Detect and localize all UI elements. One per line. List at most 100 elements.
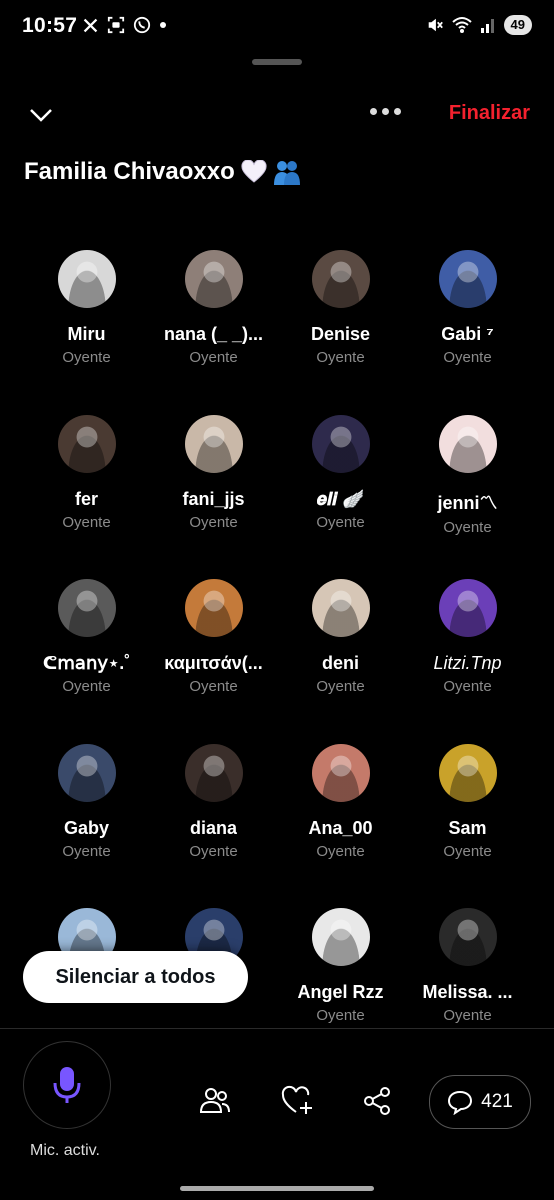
participant-role: Oyente [443,1007,492,1024]
participant-item[interactable]: Miru Oyente [23,250,150,415]
participant-name: Melissa. ... [422,982,513,1002]
avatar [57,743,116,802]
participant-role: Oyente [62,678,111,695]
participant-item[interactable]: καμιτσάν(... Oyente [150,579,277,744]
participant-item[interactable]: Melissa. ... Oyente [404,908,531,1073]
participant-item[interactable]: nana (_ _)... Oyente [150,250,277,415]
end-space-button[interactable]: Finalizar [449,102,530,125]
participant-name: fani_jjs [182,488,245,509]
participant-name: καμιτσάν(... [164,653,263,673]
space-title-text: Familia Chivaoxxo [24,158,235,185]
participant-role: Oyente [443,842,492,860]
divider [0,1028,554,1029]
participant-item[interactable]: Ana_00 Oyente [277,743,404,909]
avatar [438,414,497,473]
participant-item[interactable]: ᕦ𝗆𝖺𝗇𝗒⋆.˚ Oyente [23,579,150,744]
participant-role: Oyente [189,349,238,366]
participant-name: Denise [310,324,371,344]
space-header: Finalizar [0,90,554,140]
avatar [311,250,370,308]
comments-count: 421 [481,1091,513,1112]
mic-status-label: Mic. activ. [30,1142,100,1159]
participant-role: Oyente [189,678,238,695]
participant-name: Miru [67,324,106,344]
avatar [57,250,116,308]
participant-item[interactable]: Angel Rzz Oyente [277,908,404,1073]
participant-item[interactable]: Sam Oyente [404,743,531,909]
system-icons: 49 [426,15,532,35]
participant-role: Oyente [316,513,365,531]
mic-button[interactable] [23,1041,111,1129]
participant-item[interactable]: 𝒆𝒍𝒊 🪽 Oyente [277,414,404,580]
screenshot-icon [107,16,125,34]
share-icon[interactable] [360,1084,394,1118]
wifi-icon [451,17,472,33]
chevron-down-icon[interactable] [26,100,56,130]
avatar [438,579,497,637]
avatar [57,579,116,637]
participant-item[interactable]: jenni〽 Oyente [404,414,531,580]
avatar [311,908,370,966]
avatar [438,250,497,308]
participant-role: Oyente [443,349,492,366]
participant-item[interactable]: diana Oyente [150,743,277,909]
participant-role: Oyente [316,349,365,366]
dot-icon [160,22,166,28]
avatar [311,579,370,637]
participant-item[interactable]: deni Oyente [277,579,404,744]
avatar [311,414,370,473]
participant-role: Oyente [443,518,492,536]
participant-item[interactable]: Litzi.Tnp Oyente [404,579,531,744]
notification-icons [82,16,167,34]
drag-handle[interactable] [252,59,302,65]
more-options-icon[interactable] [370,108,401,115]
space-title: Familia Chivaoxxo [24,158,301,186]
participant-name: Litzi.Tnp [433,653,502,673]
avatar [311,743,370,802]
heart-add-icon[interactable] [280,1084,314,1118]
comment-icon [448,1090,473,1115]
people-hugging-icon [273,161,300,185]
participant-name: Sam [448,817,487,838]
participant-role: Oyente [443,678,492,695]
mute-icon [428,18,443,32]
participant-name: 𝒆𝒍𝒊 🪽 [316,488,365,509]
mute-all-button[interactable]: Silenciar a todos [23,951,248,1003]
avatar [184,743,243,802]
participant-name: nana (_ _)... [163,324,264,344]
comments-button[interactable]: 421 [429,1075,531,1129]
avatar [438,908,497,966]
participant-item[interactable]: fani_jjs Oyente [150,414,277,580]
whatsapp-icon [133,16,151,34]
participant-name: Gabi ⁷ [441,324,494,344]
participant-role: Oyente [316,678,365,695]
battery-indicator: 49 [503,15,532,35]
participant-role: Oyente [62,349,111,366]
participant-role: Oyente [316,842,365,860]
participant-role: Oyente [62,842,111,860]
participants-grid: Miru Oyente nana (_ _)... Oyente Denise Oyent… [23,250,531,1073]
participant-item[interactable]: Gaby Oyente [23,743,150,909]
participant-name: ᕦ𝗆𝖺𝗇𝗒⋆.˚ [42,653,131,673]
participant-item[interactable]: Gabi ⁷ Oyente [404,250,531,415]
avatar [184,579,243,637]
participant-role: Oyente [62,513,111,531]
white-heart-icon [241,160,267,183]
participant-role: Oyente [189,513,238,531]
x-app-icon [83,18,98,32]
participant-role: Oyente [316,1007,365,1024]
avatar [438,743,497,802]
avatar [184,250,243,308]
participant-role: Oyente [189,842,238,860]
avatar [57,414,116,473]
status-bar: 10:57 49 [0,0,554,56]
participant-item[interactable]: fer Oyente [23,414,150,580]
people-icon[interactable] [198,1084,232,1118]
signal-icon [480,19,494,33]
status-time: 10:57 [22,14,78,37]
microphone-icon [53,1067,81,1103]
participant-name: deni [321,653,359,673]
participant-name: diana [189,817,237,838]
participant-name: Ana_00 [308,817,373,838]
participant-item[interactable]: Denise Oyente [277,250,404,415]
